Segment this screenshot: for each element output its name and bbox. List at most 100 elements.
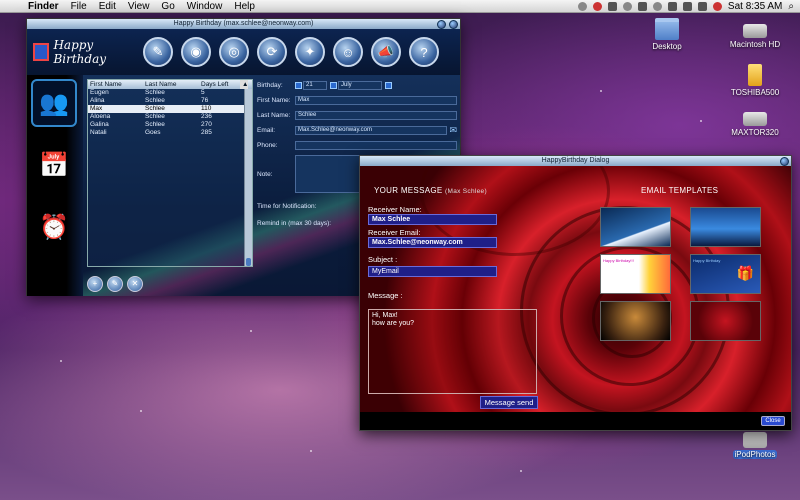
template-greeting-text: Happy Birthday xyxy=(693,258,721,263)
close-window-button[interactable] xyxy=(449,20,458,29)
desktop-icon-macintosh-hd[interactable]: Macintosh HD xyxy=(720,18,790,49)
gift-box-icon xyxy=(33,43,50,61)
cell-last-name: Schlee xyxy=(145,113,165,120)
column-header-last-name[interactable]: Last Name xyxy=(143,80,199,89)
desktop-icon-desktop[interactable]: Desktop xyxy=(632,18,702,51)
menu-view[interactable]: View xyxy=(122,1,156,12)
star xyxy=(700,120,702,122)
desktop-icon-label: Desktop xyxy=(652,42,682,51)
megaphone-button[interactable]: 📣 xyxy=(371,37,401,67)
first-name-field[interactable]: Max xyxy=(295,96,457,105)
dialog-title: HappyBirthday Dialog xyxy=(541,157,610,164)
list-header: First Name Last Name Days Left ▲ xyxy=(88,80,252,89)
send-mail-icon[interactable]: ✉ xyxy=(449,125,457,136)
menu-go[interactable]: Go xyxy=(155,1,180,12)
dialog-body: YOUR MESSAGE (Max Schlee) EMAIL TEMPLATE… xyxy=(360,166,791,414)
list-item[interactable]: Eugen Schlee 5 xyxy=(88,89,252,97)
wifi-icon[interactable] xyxy=(667,1,677,11)
birthday-label: Birthday: xyxy=(257,82,283,89)
sync-tray-icon[interactable] xyxy=(652,1,662,11)
email-template-4[interactable]: Happy Birthday 🎁 xyxy=(690,254,761,294)
birthday-month-field[interactable]: July xyxy=(338,81,382,90)
list-item[interactable]: Alina Schlee 76 xyxy=(88,97,252,105)
menu-window[interactable]: Window xyxy=(181,1,229,12)
day-checkbox[interactable] xyxy=(295,82,302,89)
camera-button[interactable]: ◉ xyxy=(181,37,211,67)
email-template-1[interactable] xyxy=(600,207,671,247)
flag-icon[interactable] xyxy=(712,1,722,11)
list-item[interactable]: Natali Goes 285 xyxy=(88,129,252,137)
battery-icon[interactable] xyxy=(697,1,707,11)
tray-time-machine-icon[interactable] xyxy=(622,1,632,11)
phone-field[interactable] xyxy=(295,141,457,150)
sync-button[interactable]: ⟳ xyxy=(257,37,287,67)
globe-icon: ◎ xyxy=(228,44,240,59)
menu-finder[interactable]: Finder xyxy=(22,1,65,12)
globe-button[interactable]: ◎ xyxy=(219,37,249,67)
last-name-field[interactable]: Schlee xyxy=(295,111,457,120)
receiver-email-field[interactable]: Max.Schlee@neonway.com xyxy=(368,237,497,248)
sidebar-item-calendar[interactable]: 📅 xyxy=(31,141,77,189)
receiver-name-field[interactable]: Max Schlee xyxy=(368,214,497,225)
web-button[interactable]: ✦ xyxy=(295,37,325,67)
desktop-icon-toshiba500[interactable]: TOSHIBA500 xyxy=(720,64,790,97)
clock[interactable]: Sat 8:35 AM xyxy=(728,1,782,12)
tray-box-icon[interactable] xyxy=(607,1,617,11)
happy-birthday-dialog: HappyBirthday Dialog YOUR MESSAGE (Max S… xyxy=(359,155,792,431)
your-message-title: YOUR MESSAGE xyxy=(374,186,443,195)
dialog-close-icon[interactable] xyxy=(780,157,789,166)
last-name-row: Last Name: Schlee xyxy=(257,109,457,122)
email-label: Email: xyxy=(257,127,276,134)
column-header-days-left[interactable]: Days Left xyxy=(199,80,240,89)
address-book-button[interactable]: ✎ xyxy=(143,37,173,67)
delete-contact-button[interactable]: ✕ xyxy=(127,276,143,292)
tray-app-icon[interactable] xyxy=(577,1,587,11)
sidebar-item-alarm[interactable]: ⏰ xyxy=(31,203,77,251)
spotlight-search-icon[interactable]: ⌕ xyxy=(788,1,794,12)
gift-box-icon: 🎁 xyxy=(736,265,754,281)
month-checkbox[interactable] xyxy=(330,82,337,89)
close-button[interactable]: Close xyxy=(761,416,785,426)
scrollbar-thumb[interactable] xyxy=(246,258,251,266)
contacts-list[interactable]: First Name Last Name Days Left ▲ Eugen S… xyxy=(87,79,253,267)
message-textarea[interactable]: Hi, Max! how are you? xyxy=(368,309,537,394)
desktop-icon-ipodphotos[interactable]: iPodPhotos xyxy=(720,428,790,459)
email-template-5[interactable] xyxy=(600,301,671,341)
bluetooth-icon[interactable] xyxy=(637,1,647,11)
web-icon: ✦ xyxy=(304,44,316,59)
cell-days-left: 110 xyxy=(201,105,212,112)
year-checkbox[interactable] xyxy=(385,82,392,89)
user-button[interactable]: ☺ xyxy=(333,37,363,67)
column-header-first-name[interactable]: First Name xyxy=(88,80,143,89)
menu-help[interactable]: Help xyxy=(228,1,261,12)
dialog-titlebar[interactable]: HappyBirthday Dialog xyxy=(360,156,791,166)
email-template-3[interactable]: Happy Birthday!!! xyxy=(600,254,671,294)
sort-arrow-icon[interactable]: ▲ xyxy=(240,80,248,89)
email-template-2[interactable] xyxy=(690,207,761,247)
window-title: Happy Birthday (max.schlee@neonway.com) xyxy=(173,20,314,27)
subject-field[interactable]: MyEmail xyxy=(368,266,497,277)
volume-icon[interactable] xyxy=(682,1,692,11)
window-titlebar[interactable]: Happy Birthday (max.schlee@neonway.com) xyxy=(27,19,460,29)
menu-edit[interactable]: Edit xyxy=(93,1,122,12)
cell-days-left: 236 xyxy=(201,113,212,120)
usb-drive-icon xyxy=(748,64,762,86)
minimize-button[interactable] xyxy=(437,20,446,29)
message-send-button[interactable]: Message send xyxy=(480,396,538,409)
email-field[interactable]: Max.Schlee@neonway.com xyxy=(295,126,448,135)
menu-file[interactable]: File xyxy=(65,1,93,12)
list-item[interactable]: Aloena Schlee 236 xyxy=(88,113,252,121)
star xyxy=(600,90,602,92)
edit-contact-button[interactable]: ✎ xyxy=(107,276,123,292)
list-scrollbar[interactable] xyxy=(244,89,252,266)
list-item[interactable]: Galina Schlee 270 xyxy=(88,121,252,129)
star xyxy=(310,450,312,452)
add-contact-button[interactable]: + xyxy=(87,276,103,292)
sidebar-item-contacts[interactable]: 👥 xyxy=(31,79,77,127)
birthday-day-field[interactable]: 21 xyxy=(303,81,327,90)
tray-shield-icon[interactable] xyxy=(592,1,602,11)
help-button[interactable]: ? xyxy=(409,37,439,67)
list-item-selected[interactable]: Max Schlee 110 xyxy=(88,105,252,113)
desktop-icon-maxtor320[interactable]: MAXTOR320 xyxy=(720,106,790,137)
email-template-6[interactable] xyxy=(690,301,761,341)
